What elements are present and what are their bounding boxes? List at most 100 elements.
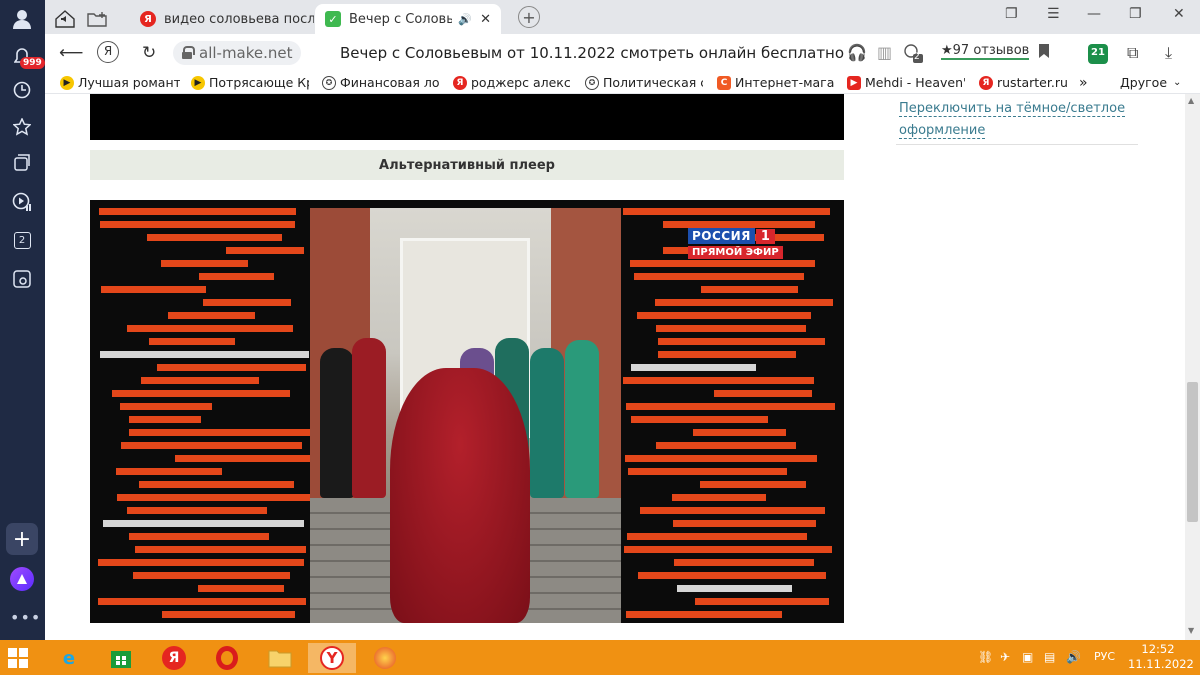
scroll-up-arrow-icon[interactable]: ▲ bbox=[1188, 96, 1194, 105]
broadcast-stripe bbox=[198, 585, 284, 592]
headphones-icon[interactable]: 🎧 bbox=[847, 43, 867, 62]
broadcast-stripe bbox=[99, 208, 296, 215]
yandex-browser-icon[interactable]: Y bbox=[308, 643, 356, 673]
windows-taskbar: e Я Y ⛓ ✈ ▣ ▤ 🔊 РУС 12:52 11.11.2022 bbox=[0, 640, 1200, 675]
history-clock-icon[interactable] bbox=[9, 77, 35, 103]
bookmark-item[interactable]: Яrustarter.ru – bbox=[979, 75, 1071, 90]
url-field[interactable]: all-make.net bbox=[173, 41, 301, 65]
new-tab-button[interactable]: + bbox=[518, 6, 540, 28]
channel-name: РОССИЯ bbox=[688, 228, 755, 244]
broadcast-stripe bbox=[640, 507, 825, 514]
minimize-icon[interactable]: — bbox=[1087, 6, 1101, 22]
bookmark-item[interactable]: ✪ Финансовая ловуш bbox=[322, 75, 440, 90]
start-windows-icon[interactable] bbox=[8, 648, 28, 668]
file-explorer-icon[interactable] bbox=[261, 643, 299, 673]
app-flower-icon[interactable] bbox=[366, 643, 404, 673]
bookmark-item[interactable]: ▶ Лучшая романтич bbox=[60, 75, 180, 90]
speaker-icon[interactable]: 🔊 bbox=[458, 13, 472, 26]
alternative-player-button[interactable]: Альтернативный плеер bbox=[90, 150, 844, 180]
tab-label: видео соловьева последн bbox=[164, 11, 314, 27]
reader-mode-icon[interactable]: ▥ bbox=[877, 43, 892, 62]
sound-tab-icon[interactable] bbox=[50, 4, 80, 34]
downloads-icon[interactable]: ⤓ bbox=[1165, 43, 1172, 63]
yandex-app-icon[interactable]: Я bbox=[155, 643, 193, 673]
translate-icon[interactable]: ⧉ bbox=[1127, 43, 1138, 63]
broadcast-stripe bbox=[663, 221, 815, 228]
notifications-tray-icon[interactable]: ✈ bbox=[1000, 650, 1010, 664]
store-icon[interactable] bbox=[102, 643, 140, 673]
broadcast-stripe bbox=[623, 208, 830, 215]
tab-vecher-solovyov[interactable]: ✓ Вечер с Соловьевым 🔊 ✕ bbox=[315, 4, 501, 34]
broadcast-stripe bbox=[701, 286, 798, 293]
internet-explorer-icon[interactable]: e bbox=[50, 643, 88, 673]
broadcast-stripe bbox=[133, 572, 290, 579]
bookmark-label: Потрясающе Крас bbox=[209, 75, 309, 90]
bookmark-item[interactable]: ▶ Mehdi - Heaven's bbox=[847, 75, 965, 90]
broadcast-stripe bbox=[627, 533, 807, 540]
bookmarks-more-button[interactable]: » bbox=[1079, 75, 1088, 91]
more-options-icon[interactable]: ••• bbox=[10, 608, 41, 627]
browser-sidebar: 999 2 + ••• bbox=[0, 0, 45, 640]
video-player[interactable]: РОССИЯ 1 ПРЯМОЙ ЭФИР bbox=[90, 200, 844, 623]
tab-manager-icon[interactable]: ❐ bbox=[1005, 6, 1018, 22]
profile-icon[interactable] bbox=[9, 6, 35, 32]
broadcast-stripe bbox=[129, 533, 269, 540]
screenshot-camera-icon[interactable] bbox=[9, 266, 35, 292]
tab-video-solovyov[interactable]: Я видео соловьева последн bbox=[130, 4, 314, 34]
reviews-button[interactable]: ★97 отзывов bbox=[941, 43, 1030, 60]
broadcast-stripe bbox=[199, 273, 274, 280]
collections-icon[interactable] bbox=[9, 150, 35, 176]
broadcast-stripe bbox=[112, 390, 290, 397]
clock-time: 12:52 bbox=[1141, 642, 1175, 656]
bookmark-item[interactable]: ✪ Политическая ска bbox=[585, 75, 703, 90]
bookmark-item[interactable]: С Интернет-магазин bbox=[717, 75, 835, 90]
back-arrow-icon[interactable]: ⟵ bbox=[59, 43, 83, 63]
volume-icon[interactable]: 🔊 bbox=[1066, 650, 1081, 664]
broadcast-stripe bbox=[658, 351, 796, 358]
system-clock[interactable]: 12:52 11.11.2022 bbox=[1128, 642, 1194, 672]
scrollbar-thumb[interactable] bbox=[1187, 382, 1198, 522]
language-indicator[interactable]: РУС bbox=[1094, 650, 1115, 663]
alice-assistant-icon[interactable] bbox=[10, 567, 34, 591]
reload-icon[interactable]: ↻ bbox=[142, 43, 156, 63]
page-scrollbar[interactable]: ▲ ▼ bbox=[1185, 94, 1200, 640]
bookmark-label: Лучшая романтич bbox=[78, 75, 180, 90]
clock-date: 11.11.2022 bbox=[1128, 657, 1194, 671]
device-tray-icon[interactable]: ▣ bbox=[1022, 650, 1033, 664]
menu-icon[interactable]: ☰ bbox=[1047, 6, 1060, 22]
new-folder-tab-icon[interactable] bbox=[82, 4, 112, 34]
bookmark-item[interactable]: ▶ Потрясающе Крас bbox=[191, 75, 309, 90]
yandex-icon: Я bbox=[979, 75, 993, 90]
play-icon: ▶ bbox=[191, 75, 205, 90]
theme-toggle-link[interactable]: Переключить на тёмное/светлое оформление bbox=[899, 98, 1139, 142]
broadcast-stripe bbox=[626, 611, 782, 618]
tabs-counter-icon[interactable]: 2 bbox=[9, 227, 35, 253]
scroll-down-arrow-icon[interactable]: ▼ bbox=[1188, 626, 1194, 635]
yandex-home-button[interactable]: Я bbox=[97, 41, 119, 63]
bookmark-flag-icon[interactable] bbox=[1038, 43, 1050, 63]
tab-bar: Я видео соловьева последн ✓ Вечер с Соло… bbox=[45, 0, 1200, 34]
broadcast-stripe bbox=[141, 377, 259, 384]
close-tab-icon[interactable]: ✕ bbox=[480, 12, 491, 27]
network-tray-icon[interactable]: ⛓ bbox=[978, 650, 993, 664]
main-player-bottom[interactable] bbox=[90, 94, 844, 140]
other-bookmarks-label: Другое bbox=[1120, 75, 1168, 90]
maximize-icon[interactable]: ❐ bbox=[1129, 6, 1142, 22]
yandex-icon: Я bbox=[453, 75, 467, 90]
collections-button-icon[interactable]: 21 bbox=[1087, 43, 1109, 69]
other-bookmarks-button[interactable]: Другое ⌄ bbox=[1120, 75, 1181, 90]
protect-shield-icon[interactable]: 2 bbox=[903, 43, 923, 67]
video-play-icon[interactable] bbox=[9, 189, 35, 215]
chevron-down-icon: ⌄ bbox=[1173, 77, 1182, 88]
broadcast-stripe bbox=[117, 494, 312, 501]
bookmarks-star-icon[interactable] bbox=[9, 114, 35, 140]
close-window-icon[interactable]: ✕ bbox=[1173, 6, 1185, 22]
broadcast-stripe bbox=[121, 442, 302, 449]
broadcast-stripe bbox=[147, 234, 282, 241]
ime-tray-icon[interactable]: ▤ bbox=[1044, 650, 1055, 664]
opera-icon[interactable] bbox=[208, 643, 246, 673]
broadcast-stripe bbox=[695, 598, 829, 605]
broadcast-stripe bbox=[631, 416, 768, 423]
bookmark-item[interactable]: Яроджерс александ bbox=[453, 75, 571, 90]
add-sidebar-item-button[interactable]: + bbox=[6, 523, 38, 555]
